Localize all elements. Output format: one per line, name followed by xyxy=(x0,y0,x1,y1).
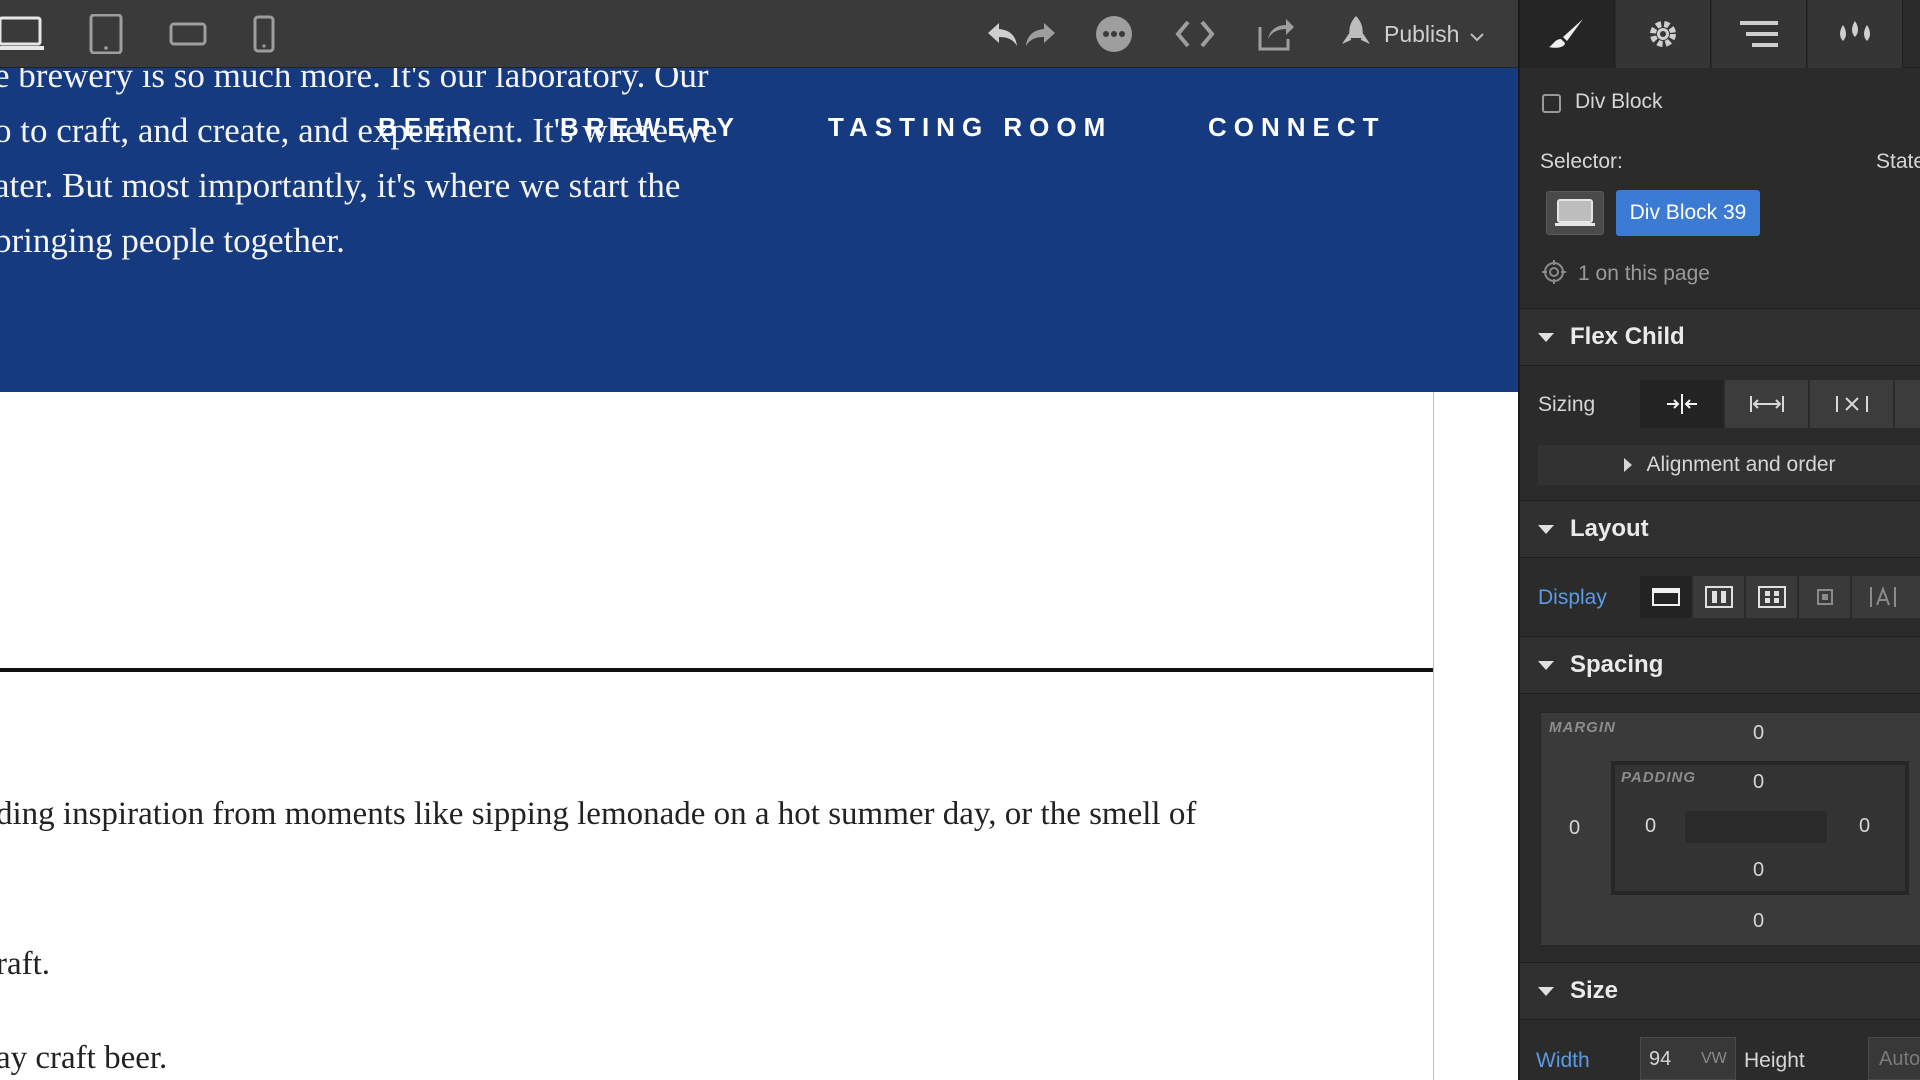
style-panel: Div Block Selector: State Div Block 39 1… xyxy=(1518,0,1920,1080)
publish-button[interactable]: Publish xyxy=(1338,14,1485,54)
display-grid-icon[interactable] xyxy=(1746,576,1798,618)
padding-label: PADDING xyxy=(1621,769,1697,786)
collapse-triangle-icon xyxy=(1538,332,1554,342)
rocket-icon xyxy=(1338,14,1374,54)
selector-chip[interactable]: Div Block 39 xyxy=(1616,190,1760,236)
target-icon xyxy=(1542,260,1566,290)
nav-link-beer[interactable]: BEER xyxy=(378,112,478,143)
element-type-label: Div Block xyxy=(1575,90,1663,113)
padding-right-value[interactable]: 0 xyxy=(1859,815,1870,838)
margin-left-value[interactable]: 0 xyxy=(1569,817,1580,840)
selection-guide xyxy=(1433,392,1434,1080)
alignment-order-toggle[interactable]: Alignment and order xyxy=(1538,445,1920,485)
hero-section[interactable]: e brewery is so much more. It's our labo… xyxy=(0,68,1518,392)
hero-paragraph[interactable]: e brewery is so much more. It's our labo… xyxy=(0,68,774,268)
alignment-order-label: Alignment and order xyxy=(1646,453,1836,476)
mobile-portrait-icon[interactable] xyxy=(251,14,277,54)
settings-gear-icon[interactable] xyxy=(1616,0,1711,68)
collapse-triangle-icon xyxy=(1538,660,1554,670)
margin-top-value[interactable]: 0 xyxy=(1753,722,1764,745)
sizing-grow-button[interactable] xyxy=(1725,380,1809,428)
nav-link-connect[interactable]: CONNECT xyxy=(1208,112,1386,143)
padding-left-value[interactable]: 0 xyxy=(1645,815,1656,838)
divider-line xyxy=(0,668,1433,672)
hero-line: e brewery is so much more. It's our labo… xyxy=(0,68,709,95)
panel-tabs xyxy=(1520,0,1920,68)
layout-title: Layout xyxy=(1570,515,1649,542)
height-label: Height xyxy=(1744,1049,1805,1072)
on-page-count: 1 on this page xyxy=(1578,262,1710,285)
expand-triangle-icon xyxy=(1624,458,1633,472)
style-brush-icon[interactable] xyxy=(1520,0,1615,68)
display-block-icon[interactable] xyxy=(1640,576,1692,618)
selector-label: Selector: xyxy=(1540,150,1623,173)
collapse-triangle-icon xyxy=(1538,524,1554,534)
size-section-header[interactable]: Size xyxy=(1520,962,1920,1020)
body-text-line: raft. xyxy=(0,946,51,982)
height-input[interactable]: Auto xyxy=(1868,1037,1920,1080)
sizing-custom-button[interactable] xyxy=(1895,380,1920,428)
margin-bottom-value[interactable]: 0 xyxy=(1753,910,1764,933)
flex-child-title: Flex Child xyxy=(1570,323,1685,350)
design-canvas[interactable]: e brewery is so much more. It's our labo… xyxy=(0,68,1518,1080)
sizing-shrink-button[interactable] xyxy=(1640,380,1724,428)
display-label: Display xyxy=(1538,586,1607,609)
redo-icon[interactable] xyxy=(1024,14,1058,54)
content-box xyxy=(1685,811,1827,843)
margin-label: MARGIN xyxy=(1549,719,1616,736)
padding-top-value[interactable]: 0 xyxy=(1753,771,1764,794)
sizing-none-button[interactable] xyxy=(1810,380,1894,428)
body-text-line: ding inspiration from moments like sippi… xyxy=(0,796,1197,832)
body-text-line: ay craft beer. xyxy=(0,1040,168,1076)
tablet-icon[interactable] xyxy=(88,14,124,54)
nav-link-tasting-room[interactable]: TASTING ROOM xyxy=(828,112,1112,143)
designer-toolbar: Publish xyxy=(0,0,1518,68)
breakpoint-desktop-icon[interactable] xyxy=(1546,191,1604,235)
publish-label: Publish xyxy=(1384,20,1460,47)
height-value: Auto xyxy=(1879,1048,1920,1070)
spacing-title: Spacing xyxy=(1570,651,1664,678)
hero-line: ater. But most importantly, it's where w… xyxy=(0,166,681,205)
padding-box: PADDING 0 0 0 0 xyxy=(1611,761,1909,895)
chevron-down-icon xyxy=(1469,21,1485,48)
flex-child-section-header[interactable]: Flex Child xyxy=(1520,308,1920,366)
sizing-label: Sizing xyxy=(1538,393,1596,416)
spacing-section-header[interactable]: Spacing xyxy=(1520,636,1920,694)
comments-icon[interactable] xyxy=(1094,14,1134,54)
padding-bottom-value[interactable]: 0 xyxy=(1753,859,1764,882)
code-icon[interactable] xyxy=(1174,14,1216,54)
undo-icon[interactable] xyxy=(985,14,1019,54)
width-value: 94 xyxy=(1649,1048,1672,1070)
desktop-icon[interactable] xyxy=(0,14,44,54)
width-label: Width xyxy=(1536,1049,1590,1072)
display-inline-icon[interactable] xyxy=(1852,576,1920,618)
export-icon[interactable] xyxy=(1256,14,1296,54)
layout-section-header[interactable]: Layout xyxy=(1520,500,1920,558)
mobile-landscape-icon[interactable] xyxy=(168,14,208,54)
nav-link-brewery[interactable]: BREWERY xyxy=(560,112,741,143)
collapse-triangle-icon xyxy=(1538,986,1554,996)
size-title: Size xyxy=(1570,977,1619,1004)
navigator-icon[interactable] xyxy=(1712,0,1807,68)
state-dropdown[interactable]: State xyxy=(1876,150,1920,174)
element-checkbox-icon xyxy=(1542,94,1561,113)
display-inline-block-icon[interactable] xyxy=(1799,576,1851,618)
interactions-icon[interactable] xyxy=(1808,0,1903,68)
hero-line: bringing people together. xyxy=(0,221,345,260)
display-flex-icon[interactable] xyxy=(1693,576,1745,618)
width-unit[interactable]: VW xyxy=(1701,1050,1727,1068)
width-input[interactable]: 94 VW xyxy=(1640,1037,1736,1080)
spacing-editor: MARGIN 0 0 0 PADDING 0 0 0 0 xyxy=(1540,712,1920,946)
